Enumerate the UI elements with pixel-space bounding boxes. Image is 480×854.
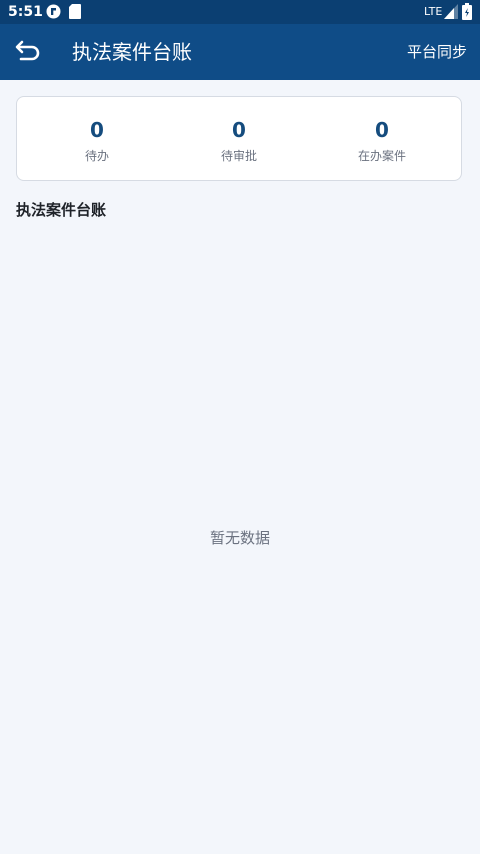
stat-value: 0 [90,118,104,142]
app-bar: 执法案件台账 平台同步 [0,24,480,80]
app-notification-icon [46,4,61,19]
stat-label: 待办 [84,149,109,163]
network-type: LTE [424,5,443,18]
battery-icon [462,3,472,20]
back-button[interactable] [10,34,46,70]
signal-icon [444,4,458,19]
status-bar: 5:51 LTE [0,0,480,24]
stat-value: 0 [232,118,246,142]
platform-sync-button[interactable]: 平台同步 [407,40,467,64]
stat-value: 0 [375,118,389,142]
stat-pending[interactable]: 0 待办 [27,97,167,182]
stat-label: 待审批 [220,149,257,163]
empty-state-text: 暂无数据 [209,529,270,547]
section-title: 执法案件台账 [16,201,107,219]
summary-card: 0 待办 0 待审批 0 在办案件 [16,96,462,181]
status-time: 5:51 [8,4,43,20]
back-arrow-icon [15,39,41,65]
page-title: 执法案件台账 [72,40,192,64]
sd-card-icon [69,4,81,19]
stat-awaiting-approval[interactable]: 0 待审批 [169,97,309,182]
stat-cases-in-progress[interactable]: 0 在办案件 [312,97,452,182]
stat-label: 在办案件 [357,149,406,163]
